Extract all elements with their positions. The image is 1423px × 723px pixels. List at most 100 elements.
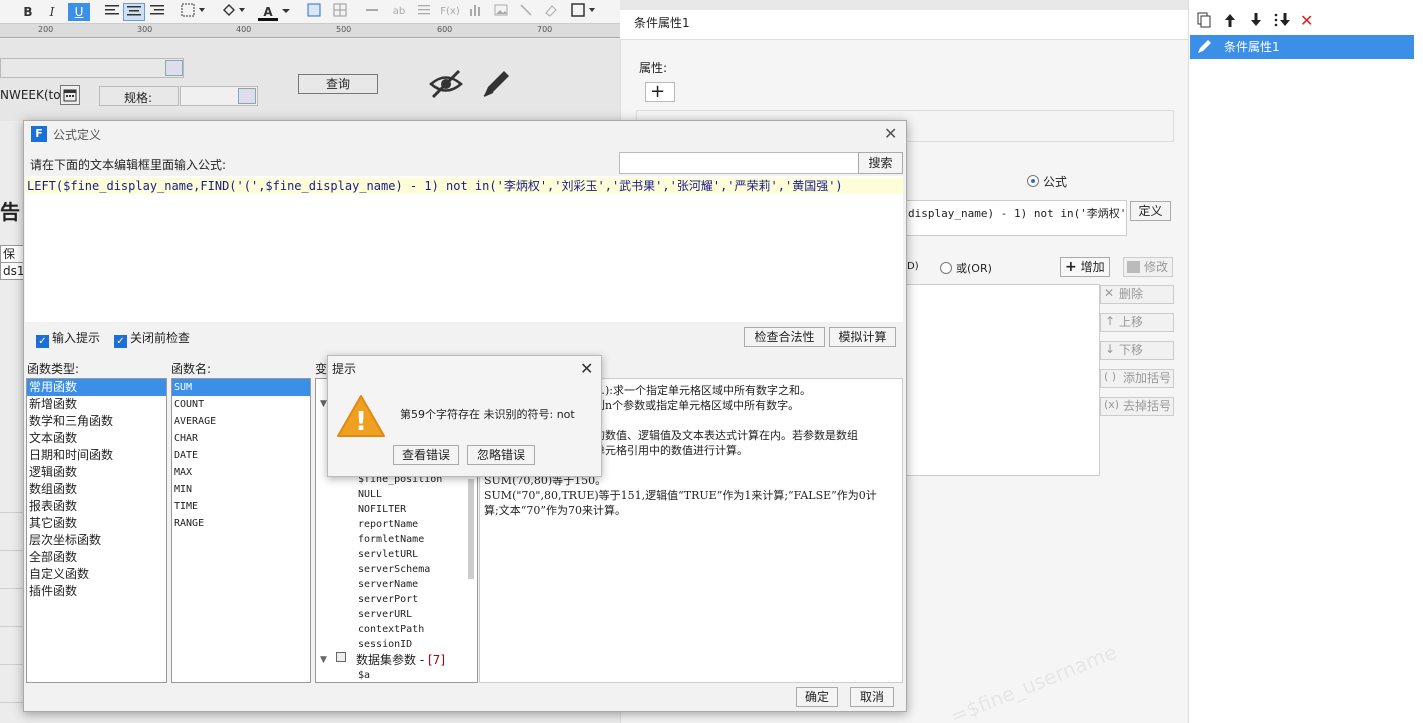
query-button[interactable]: 查询	[298, 74, 378, 94]
list-item[interactable]: 新增函数	[27, 396, 166, 413]
check-icon: ✓	[36, 335, 49, 348]
list-item[interactable]: formletName	[356, 532, 474, 547]
italic-button[interactable]: I	[44, 3, 60, 21]
tree-scrollbar[interactable]	[468, 479, 474, 579]
chevron-down-icon[interactable]	[165, 60, 183, 76]
ruler-tick: 500	[336, 25, 352, 34]
arrow-down-icon[interactable]	[1248, 12, 1264, 32]
bar-chart-icon[interactable]	[467, 3, 483, 21]
list-item[interactable]: RANGE	[172, 515, 310, 532]
copy-icon[interactable]	[1196, 12, 1212, 32]
ignore-error-button[interactable]: 忽略错误	[467, 445, 535, 465]
list-item[interactable]: 全部函数	[27, 549, 166, 566]
frame-icon[interactable]	[570, 3, 598, 21]
simulate-button[interactable]: 模拟计算	[829, 327, 896, 347]
ruler-tick: 600	[437, 25, 453, 34]
separator-icon[interactable]	[364, 3, 380, 21]
list-item[interactable]: 插件函数	[27, 583, 166, 600]
paragraph-icon[interactable]	[416, 3, 432, 21]
list-item[interactable]: TIME	[172, 498, 310, 515]
define-button[interactable]: 定义	[1130, 201, 1171, 221]
eraser-icon[interactable]	[543, 3, 559, 21]
list-item[interactable]: 自定义函数	[27, 566, 166, 583]
image-icon[interactable]	[493, 3, 509, 21]
move-bottom-icon[interactable]	[1273, 12, 1293, 32]
formula-text-line[interactable]: LEFT($fine_display_name,FIND('(',$fine_d…	[25, 178, 903, 194]
list-item[interactable]: 其它函数	[27, 515, 166, 532]
edit-pencil-icon[interactable]	[480, 68, 514, 103]
list-item[interactable]: 数组函数	[27, 481, 166, 498]
tree-collapse-icon[interactable]: ▼	[320, 399, 327, 409]
calendar-icon[interactable]	[60, 85, 80, 105]
close-icon[interactable]: ✕	[884, 124, 897, 143]
func-name-header: 函数名:	[171, 362, 212, 376]
search-input[interactable]	[619, 152, 859, 174]
check-validity-button[interactable]: 检查合法性	[744, 327, 825, 347]
list-item[interactable]: 日期和时间函数	[27, 447, 166, 464]
formula-radio[interactable]	[1027, 175, 1039, 187]
list-item[interactable]: serverName	[356, 577, 474, 592]
cancel-button[interactable]: 取消	[850, 687, 894, 707]
close-icon[interactable]: ✕	[580, 359, 593, 378]
list-item[interactable]: AVERAGE	[172, 413, 310, 430]
input-hint-checkbox[interactable]: ✓ 输入提示	[36, 331, 100, 348]
list-item[interactable]: 数学和三角函数	[27, 413, 166, 430]
add-condition-button[interactable]: + 增加	[1060, 257, 1110, 277]
search-button[interactable]: 搜索	[858, 152, 903, 174]
list-item[interactable]: CHAR	[172, 430, 310, 447]
attr-label: 属性:	[639, 61, 668, 75]
list-item[interactable]: contextPath	[356, 622, 474, 637]
list-item[interactable]: DATE	[172, 447, 310, 464]
list-item[interactable]: servletURL	[356, 547, 474, 562]
list-item[interactable]: serverURL	[356, 607, 474, 622]
border-icon[interactable]	[180, 3, 208, 21]
ok-button[interactable]: 确定	[796, 687, 838, 707]
list-item[interactable]: 文本函数	[27, 430, 166, 447]
eye-off-icon[interactable]	[428, 68, 464, 103]
side-item-condition-1[interactable]: 条件属性1	[1190, 35, 1414, 59]
close-check-checkbox[interactable]: ✓ 关闭前检查	[114, 331, 190, 348]
slash-icon[interactable]	[518, 3, 534, 21]
underline-button[interactable]: U	[68, 3, 90, 21]
chevron-down-icon[interactable]	[280, 3, 292, 21]
arrow-up-icon[interactable]	[1222, 12, 1238, 32]
align-left-icon[interactable]	[102, 3, 122, 21]
add-bracket-label: 添加括号	[1123, 371, 1172, 385]
list-item[interactable]: 层次坐标函数	[27, 532, 166, 549]
align-right-icon[interactable]	[147, 3, 167, 21]
merge-cells-icon[interactable]	[306, 3, 322, 21]
text-ab-icon[interactable]: ab	[390, 3, 408, 21]
desc-line: …):求一个指定单元格区域中所有数字之和。	[594, 384, 811, 397]
font-color-button[interactable]: A	[258, 3, 278, 21]
list-item[interactable]: MAX	[172, 464, 310, 481]
list-item[interactable]: sessionID	[356, 637, 474, 652]
list-item[interactable]: NULL	[356, 487, 474, 502]
list-item[interactable]: $a	[356, 667, 370, 682]
list-item[interactable]: NOFILTER	[356, 502, 474, 517]
list-item[interactable]: reportName	[356, 517, 474, 532]
list-item[interactable]: MIN	[172, 481, 310, 498]
delete-label: 删除	[1119, 287, 1144, 301]
param-combo[interactable]	[0, 58, 184, 78]
fill-color-icon[interactable]	[220, 3, 248, 21]
align-center-icon[interactable]	[123, 3, 145, 21]
dataset-params-node[interactable]: 数据集参数 - [7]	[356, 651, 445, 668]
grid-icon[interactable]	[332, 3, 348, 21]
list-item[interactable]: 逻辑函数	[27, 464, 166, 481]
delete-red-x-icon[interactable]: ✕	[1300, 12, 1313, 30]
list-item[interactable]: COUNT	[172, 396, 310, 413]
bold-button[interactable]: B	[20, 3, 36, 21]
list-item[interactable]: serverPort	[356, 592, 474, 607]
chevron-down-icon[interactable]	[238, 88, 256, 104]
add-attr-button[interactable]: +	[645, 82, 675, 102]
formula-fx-icon[interactable]: F(x)	[440, 3, 460, 21]
list-item[interactable]: 常用函数	[27, 379, 166, 396]
formula-editor[interactable]	[25, 176, 903, 322]
dataset-folder-icon	[336, 652, 346, 662]
list-item[interactable]: 报表函数	[27, 498, 166, 515]
list-item[interactable]: serverSchema	[356, 562, 474, 577]
view-error-button[interactable]: 查看错误	[393, 445, 459, 465]
or-radio[interactable]	[940, 262, 952, 274]
list-item[interactable]: SUM	[172, 379, 310, 396]
tree-expand-icon[interactable]: ▼	[320, 655, 327, 665]
